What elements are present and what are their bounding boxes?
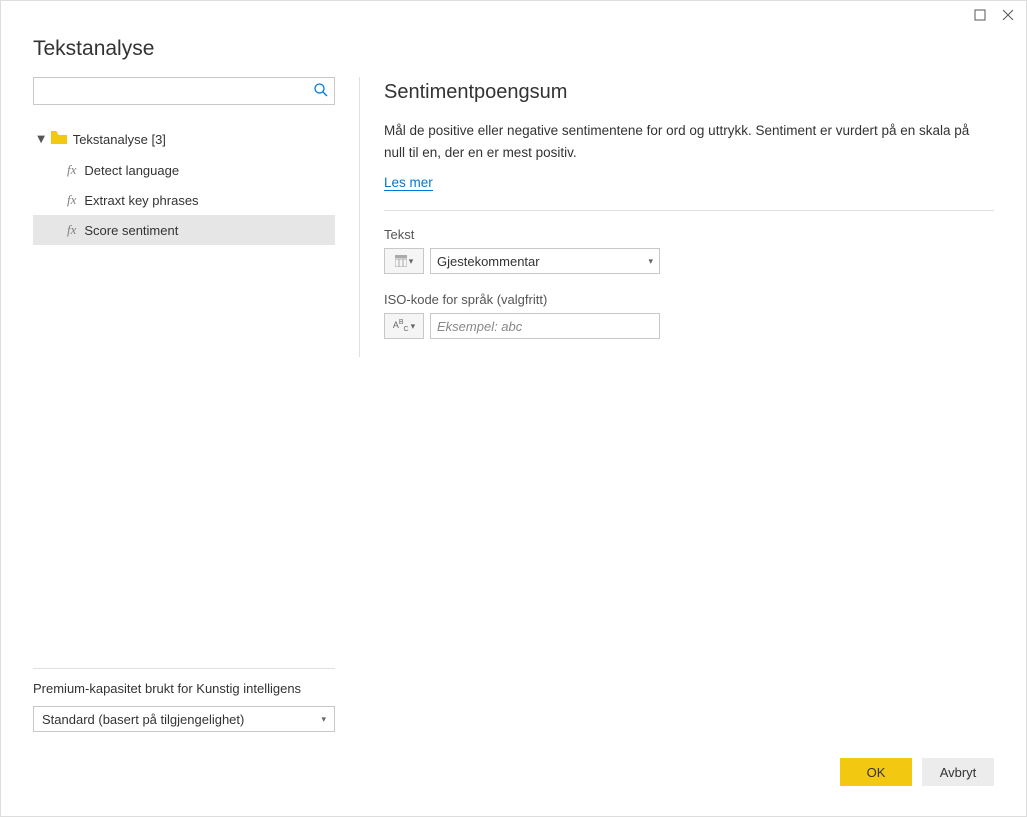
fx-icon: fx	[67, 222, 76, 238]
divider	[33, 668, 335, 669]
capacity-dropdown[interactable]: Standard (basert på tilgjengelighet) ▾	[33, 706, 335, 732]
capacity-value: Standard (basert på tilgjengelighet)	[42, 712, 244, 727]
ok-button[interactable]: OK	[840, 758, 912, 786]
iso-type-selector[interactable]: ABC ▾	[384, 313, 424, 339]
tree-item-label: Extraxt key phrases	[84, 193, 198, 208]
search-icon[interactable]	[313, 82, 329, 101]
divider	[384, 210, 994, 211]
text-column-dropdown[interactable]: Gjestekommentar ▾	[430, 248, 660, 274]
fx-icon: fx	[67, 192, 76, 208]
detail-title: Sentimentpoengsum	[384, 81, 994, 104]
maximize-icon[interactable]	[974, 9, 986, 24]
tree-root[interactable]: ▶ Tekstanalyse [3]	[33, 125, 335, 153]
capacity-label: Premium-kapasitet brukt for Kunstig inte…	[33, 681, 335, 696]
tree-item-label: Detect language	[84, 163, 179, 178]
text-type-selector[interactable]: ▾	[384, 248, 424, 274]
expand-icon: ▶	[35, 135, 46, 143]
left-panel: ▶ Tekstanalyse [3] fx Detect language fx…	[33, 77, 335, 357]
tree-item-extract-key-phrases[interactable]: fx Extraxt key phrases	[33, 185, 335, 215]
folder-icon	[51, 131, 67, 147]
cancel-button[interactable]: Avbryt	[922, 758, 994, 786]
search-box[interactable]	[33, 77, 335, 105]
right-panel: Sentimentpoengsum Mål de positive eller …	[359, 77, 994, 357]
fx-icon: fx	[67, 162, 76, 178]
iso-field-label: ISO-kode for språk (valgfritt)	[384, 292, 994, 307]
text-column-value: Gjestekommentar	[437, 254, 540, 269]
abc-icon: ABC	[393, 319, 409, 333]
close-icon[interactable]	[1002, 9, 1014, 24]
tree-root-label: Tekstanalyse [3]	[73, 132, 166, 147]
iso-input[interactable]	[430, 313, 660, 339]
chevron-down-icon: ▾	[321, 714, 326, 725]
chevron-down-icon: ▾	[648, 256, 653, 267]
tree-item-score-sentiment[interactable]: fx Score sentiment	[33, 215, 335, 245]
tree-item-detect-language[interactable]: fx Detect language	[33, 155, 335, 185]
search-input[interactable]	[34, 78, 334, 104]
learn-more-link[interactable]: Les mer	[384, 175, 433, 191]
text-field-label: Tekst	[384, 227, 994, 242]
column-icon	[395, 255, 407, 267]
chevron-down-icon: ▾	[411, 321, 416, 332]
detail-description: Mål de positive eller negative sentiment…	[384, 120, 994, 163]
tree-item-label: Score sentiment	[84, 223, 178, 238]
chevron-down-icon: ▾	[409, 256, 414, 267]
dialog-title: Tekstanalyse	[1, 1, 1026, 77]
